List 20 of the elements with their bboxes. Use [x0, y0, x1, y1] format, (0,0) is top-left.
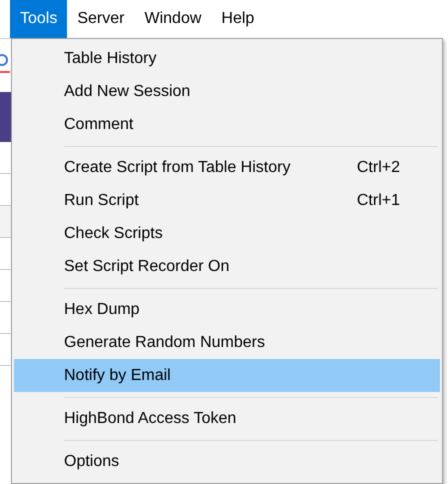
- menu-item[interactable]: Hex Dump: [14, 293, 440, 326]
- menu-item[interactable]: Create Script from Table History Ctrl+2: [14, 151, 440, 184]
- shortcut-text: Ctrl+2: [356, 158, 400, 176]
- menu-item[interactable]: Add New Session: [14, 75, 440, 108]
- menu-item[interactable]: Notify by Email: [14, 359, 440, 392]
- menu-bar-item[interactable]: Tools: [10, 0, 68, 38]
- app-logo-icon: [0, 53, 10, 75]
- menu-bar-item[interactable]: Window: [134, 0, 212, 38]
- menu-item[interactable]: Table History: [14, 42, 440, 75]
- toolbar-banner: [0, 92, 12, 142]
- menu-item[interactable]: Options: [14, 445, 440, 478]
- menu-item[interactable]: Generate Random Numbers: [14, 326, 440, 359]
- menu-bar-item[interactable]: Server: [67, 0, 134, 38]
- menu-item[interactable]: HighBond Access Token: [14, 402, 440, 435]
- shortcut-text: Ctrl+1: [356, 192, 400, 210]
- menu-item[interactable]: Check Scripts: [14, 217, 440, 250]
- menu-item[interactable]: Run Script Ctrl+1: [14, 184, 440, 217]
- menu-bar-item[interactable]: Help: [211, 0, 264, 38]
- menu-item[interactable]: Comment: [14, 108, 440, 141]
- menu-item[interactable]: Set Script Recorder On: [14, 250, 440, 283]
